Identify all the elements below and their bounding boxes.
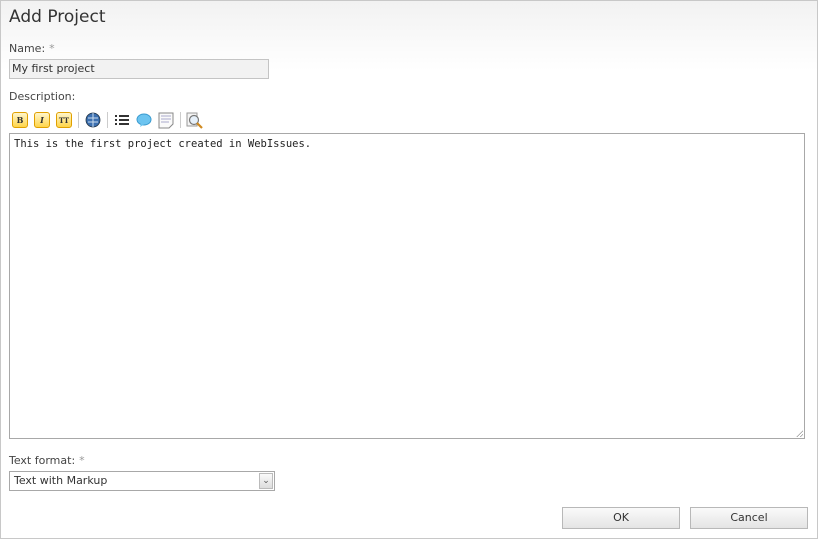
description-textarea[interactable]: This is the first project created in Web… [9,133,805,439]
required-mark: * [79,454,85,467]
italic-button[interactable]: I [33,111,51,129]
description-label: Description: [9,90,76,103]
quote-icon [136,113,152,127]
text-format-label: Text format: * [9,454,85,467]
link-button[interactable] [84,111,102,129]
preview-button[interactable] [185,111,203,129]
toolbar-separator [180,112,181,128]
required-mark: * [49,42,55,55]
text-format-value: Text with Markup [14,474,108,487]
list-button[interactable] [113,111,131,129]
cancel-button[interactable]: Cancel [690,507,808,529]
description-text: This is the first project created in Web… [14,138,312,150]
link-icon [85,112,101,128]
name-input[interactable]: My first project [9,59,269,79]
preview-icon [186,112,203,129]
list-icon [115,115,129,125]
page-title: Add Project [9,7,106,27]
code-block-button[interactable] [157,111,175,129]
text-format-label-text: Text format: [9,454,76,467]
name-label-text: Name: [9,42,46,55]
bold-icon: B [12,112,28,128]
ok-button[interactable]: OK [562,507,680,529]
bold-button[interactable]: B [11,111,29,129]
resize-grip[interactable] [796,430,803,437]
toolbar-separator [107,112,108,128]
monospace-button[interactable]: TT [55,111,73,129]
toolbar-separator [78,112,79,128]
text-format-select[interactable]: Text with Markup ⌄ [9,471,275,491]
chevron-down-icon[interactable]: ⌄ [259,473,273,489]
monospace-icon: TT [56,112,72,128]
italic-icon: I [34,112,50,128]
name-label: Name: * [9,42,55,55]
code-block-icon [158,112,174,128]
quote-button[interactable] [135,111,153,129]
